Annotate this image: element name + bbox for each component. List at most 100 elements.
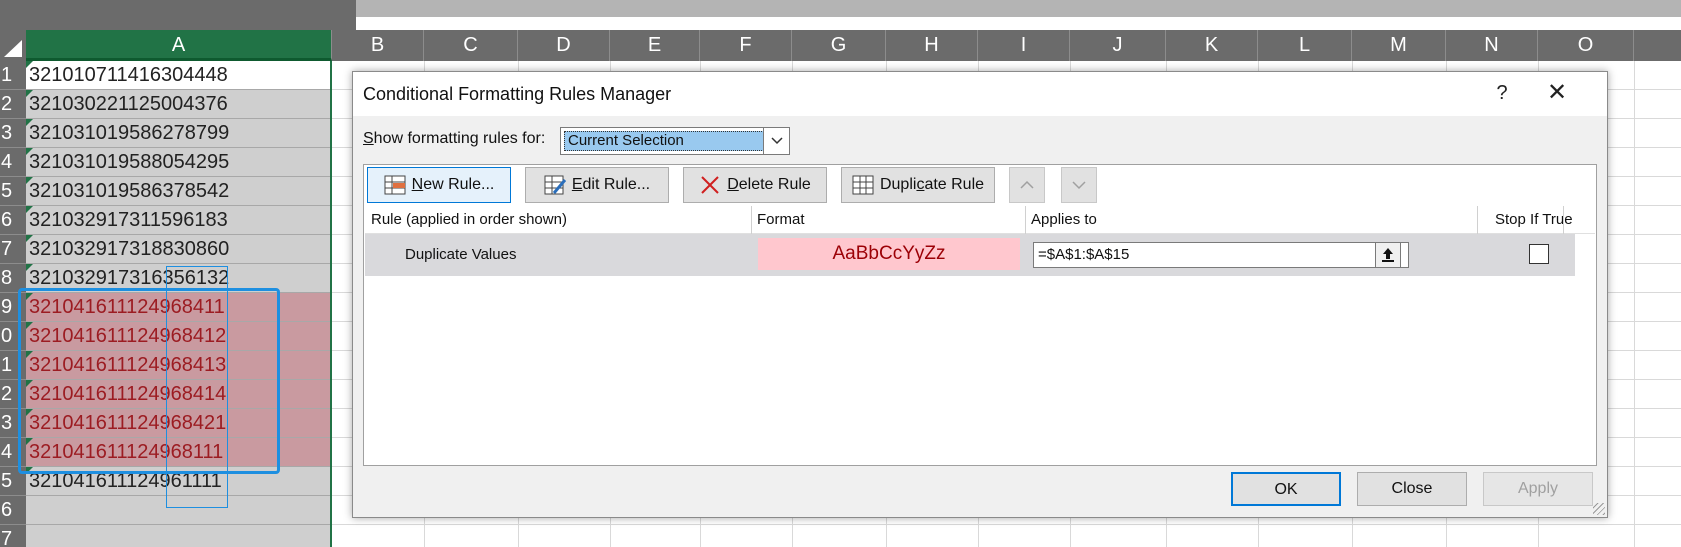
row-header[interactable]: 4 xyxy=(0,148,26,177)
apply-button[interactable]: Apply xyxy=(1483,472,1593,506)
col-rule-header: Rule (applied in order shown) xyxy=(371,211,567,228)
cell-a[interactable]: 321031019588054295 xyxy=(26,148,330,177)
ok-button[interactable]: OK xyxy=(1231,472,1341,506)
column-header-k[interactable]: K xyxy=(1166,30,1258,61)
cell-a[interactable]: 321030221125004376 xyxy=(26,90,330,119)
duplicate-rule-icon xyxy=(852,175,874,195)
show-rules-label-accel: S xyxy=(363,130,374,147)
resize-grip-icon[interactable] xyxy=(1593,503,1605,515)
stop-if-true-checkbox[interactable] xyxy=(1529,244,1549,264)
column-header-m[interactable]: M xyxy=(1352,30,1446,61)
gridline xyxy=(1634,61,1635,547)
cell-value: 321032917311596183 xyxy=(29,209,228,231)
move-down-button[interactable] xyxy=(1061,167,1097,203)
delete-rule-accel: D xyxy=(727,176,739,193)
dialog-title: Conditional Formatting Rules Manager xyxy=(363,84,672,104)
error-indicator-icon xyxy=(26,177,33,184)
formula-bar-gap xyxy=(356,17,1681,30)
column-header-g[interactable]: G xyxy=(792,30,886,61)
chevron-up-icon xyxy=(1020,180,1034,189)
column-header-d[interactable]: D xyxy=(518,30,610,61)
duplicate-rule-label: Duplicate Rule xyxy=(880,176,984,194)
col-format-header: Format xyxy=(757,211,805,228)
error-indicator-icon xyxy=(26,90,33,97)
column-header-l[interactable]: L xyxy=(1258,30,1352,61)
show-rules-label: Show formatting rules for: xyxy=(363,130,545,148)
ribbon-area xyxy=(0,0,356,30)
delete-rule-button[interactable]: Delete Rule xyxy=(683,167,827,203)
header-separator xyxy=(751,206,752,234)
cell-a[interactable]: 321032917318830860 xyxy=(26,235,330,264)
close-button[interactable]: Close xyxy=(1357,472,1467,506)
edit-rule-icon xyxy=(544,175,567,195)
cell-value: 321010711416304448 xyxy=(29,64,228,86)
column-header-i[interactable]: I xyxy=(978,30,1070,61)
close-icon[interactable]: ✕ xyxy=(1537,78,1577,108)
help-button[interactable]: ? xyxy=(1487,78,1517,108)
rules-table-header: Rule (applied in order shown) Format App… xyxy=(365,206,1595,234)
header-separator xyxy=(1563,206,1564,234)
formula-bar-area xyxy=(356,0,1681,17)
show-rules-dropdown[interactable]: Current Selection xyxy=(560,127,790,155)
format-preview: AaBbCcYyZz xyxy=(758,238,1020,270)
duplicate-rule-button[interactable]: Duplicate Rule xyxy=(841,167,995,203)
row-header[interactable]: 7 xyxy=(0,235,26,264)
edit-rule-rest: dit Rule... xyxy=(582,176,651,193)
range-collapse-button[interactable] xyxy=(1375,242,1401,268)
applies-to-input[interactable]: =$A$1:$A$15 xyxy=(1033,242,1409,268)
row-header[interactable]: 5 xyxy=(0,177,26,206)
row-header[interactable]: 3 xyxy=(0,119,26,148)
error-indicator-icon xyxy=(26,61,33,68)
cell-value: 321031019586278799 xyxy=(29,122,230,144)
rules-manager-dialog: Conditional Formatting Rules Manager ? ✕… xyxy=(352,71,1608,518)
column-header-o[interactable]: O xyxy=(1538,30,1634,61)
duplicate-rule-post: ate Rule xyxy=(924,176,985,193)
column-header-b[interactable]: B xyxy=(332,30,424,61)
column-header-e[interactable]: E xyxy=(610,30,700,61)
edit-rule-button[interactable]: Edit Rule... xyxy=(525,167,669,203)
column-header-a[interactable]: A xyxy=(26,30,332,61)
new-rule-accel: N xyxy=(411,176,424,193)
new-rule-button[interactable]: New Rule... xyxy=(367,167,511,203)
row-header[interactable]: 6 xyxy=(0,206,26,235)
show-rules-label-post: how formatting rules for: xyxy=(373,130,546,147)
row-header[interactable]: 6 xyxy=(0,496,26,525)
column-header-f[interactable]: F xyxy=(700,30,792,61)
excel-window: ABCDEFGHIJKLMNO 1 321010711416304448 2 3210… xyxy=(0,0,1681,547)
move-up-button[interactable] xyxy=(1009,167,1045,203)
column-header-c[interactable]: C xyxy=(424,30,518,61)
col-stop-header: Stop If True xyxy=(1495,211,1573,228)
dropdown-button[interactable] xyxy=(763,128,789,154)
chevron-down-icon xyxy=(1072,181,1086,190)
row-header[interactable]: 2 xyxy=(0,90,26,119)
digit-highlight-box xyxy=(166,266,228,508)
edit-rule-label: Edit Rule... xyxy=(572,176,650,194)
new-rule-rest: ew Rule... xyxy=(423,176,495,193)
cell-a[interactable]: 321032917311596183 xyxy=(26,206,330,235)
cell-a[interactable]: 321031019586378542 xyxy=(26,177,330,206)
column-header-j[interactable]: J xyxy=(1070,30,1166,61)
duplicate-highlight-box xyxy=(18,288,280,474)
edit-rule-accel: E xyxy=(571,176,583,193)
select-all-corner[interactable] xyxy=(0,30,26,61)
row-header[interactable]: 1 xyxy=(0,61,26,90)
column-header-n[interactable]: N xyxy=(1446,30,1538,61)
chevron-down-icon xyxy=(771,137,783,145)
error-indicator-icon xyxy=(26,264,33,271)
row-header[interactable]: 7 xyxy=(0,525,26,547)
new-rule-label: New Rule... xyxy=(412,176,495,194)
select-all-triangle-icon xyxy=(4,40,22,57)
column-header-h[interactable]: H xyxy=(886,30,978,61)
delete-rule-rest: elete Rule xyxy=(738,176,811,193)
duplicate-rule-pre: Dupli xyxy=(879,176,917,193)
error-indicator-icon xyxy=(26,119,33,126)
collapse-arrow-icon xyxy=(1382,248,1394,262)
cell-a[interactable] xyxy=(26,525,330,547)
cell-a[interactable]: 321031019586278799 xyxy=(26,119,330,148)
table-row[interactable]: Duplicate Values AaBbCcYyZz =$A$1:$A$15 xyxy=(365,234,1575,276)
gridline xyxy=(332,524,1681,525)
cell-value: 321031019586378542 xyxy=(29,180,230,202)
delete-x-icon xyxy=(699,175,721,195)
cell-a[interactable]: 321010711416304448 xyxy=(26,61,330,90)
cell-value: 321030221125004376 xyxy=(29,93,228,115)
